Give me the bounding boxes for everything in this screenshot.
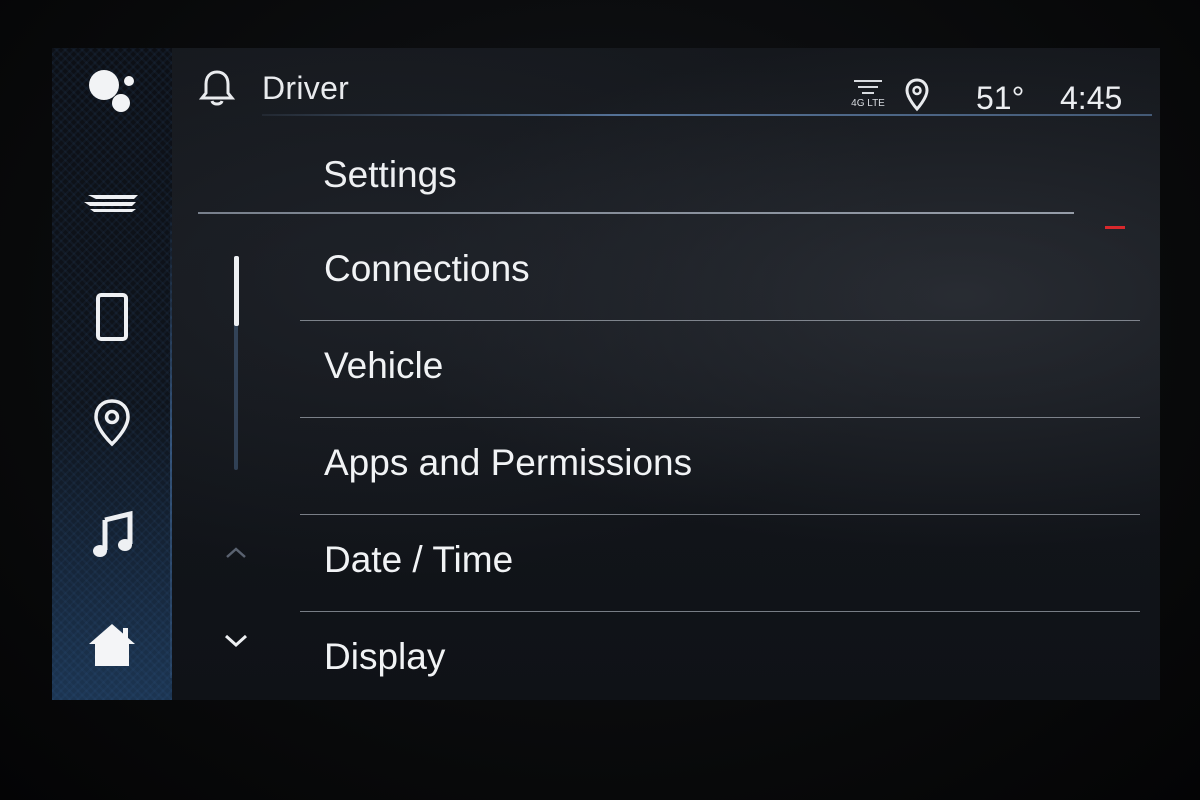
audio-button[interactable] [74,500,150,570]
outside-temperature: 51° [976,80,1025,116]
profile-name[interactable]: Driver [262,70,349,107]
list-item-date-time[interactable]: Date / Time [300,515,1140,612]
music-note-icon [93,510,133,557]
list-item-label: Vehicle [324,345,444,386]
clock: 4:45 [1060,80,1123,116]
google-assistant-button[interactable] [74,56,150,126]
signal-strength-icon [854,80,882,94]
list-item-label: Date / Time [324,539,514,580]
brand-logo-icon [84,195,138,212]
sidebar [52,48,172,700]
chevron-up-icon [226,547,246,558]
status-header: Driver 4G LTE 51° 4:45 [192,62,1152,118]
list-item-label: Connections [324,248,530,289]
location-status [904,78,930,116]
list-item-label: Display [324,636,446,677]
navigation-pin-icon [94,399,130,447]
chevron-down-icon [224,634,248,648]
phone-icon [96,293,128,341]
network-status: 4G LTE [848,76,888,112]
navigation-button[interactable] [74,388,150,458]
bell-icon [198,70,236,106]
location-pin-icon [905,78,929,112]
home-button[interactable] [74,610,150,680]
phone-button[interactable] [74,282,150,352]
sidebar-divider [170,198,172,678]
infotainment-screen: Driver 4G LTE 51° 4:45 Settings Connecti… [52,48,1160,700]
settings-list: Connections Vehicle Apps and Permissions… [300,224,1140,700]
scrollbar-thumb[interactable] [234,256,239,326]
page-title: Settings [323,154,457,195]
scroll-down-button[interactable] [222,632,250,654]
list-item-connections[interactable]: Connections [300,224,1140,321]
brand-button[interactable] [74,168,150,238]
home-icon [89,624,135,666]
notifications-button[interactable] [198,68,236,112]
list-item-label: Apps and Permissions [324,442,693,483]
scroll-up-button[interactable] [224,544,248,564]
list-item-vehicle[interactable]: Vehicle [300,321,1140,418]
title-divider [198,212,1074,214]
list-item-apps-and-permissions[interactable]: Apps and Permissions [300,418,1140,515]
network-label: 4G LTE [851,98,885,109]
google-assistant-icon [89,70,134,112]
list-item-display[interactable]: Display [300,612,1140,700]
